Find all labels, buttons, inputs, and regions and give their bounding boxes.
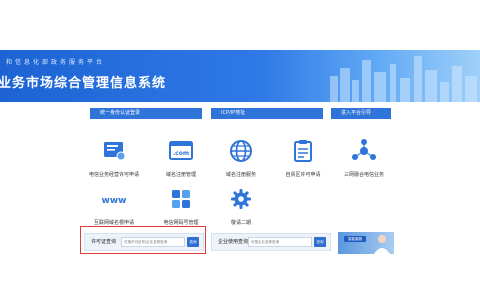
svg-text:.com: .com — [173, 150, 189, 157]
clipboard-icon — [294, 140, 312, 162]
gear-icon — [231, 189, 251, 209]
promo-button[interactable]: 智能客服 — [344, 236, 366, 242]
service-label: 三网融合电信业务 — [343, 172, 384, 178]
service-label: 域名注册服务 — [225, 172, 256, 178]
service-label: 互联网域名根申请 — [93, 220, 134, 226]
service-root-domain[interactable]: www 互联网域名根申请 — [84, 186, 144, 226]
service-ftz-license[interactable]: 自贸区许可申请 — [273, 138, 333, 178]
person-icon — [374, 235, 390, 254]
service-domain-registration[interactable]: 域名注册服务 — [211, 138, 271, 178]
www-icon: www — [102, 196, 127, 206]
promo-banner[interactable]: 智能客服 — [338, 232, 394, 254]
city-skyline-graphic — [330, 56, 477, 102]
service-number-management[interactable]: 电信网码号管理 — [151, 186, 211, 226]
service-telecom-license[interactable]: 电信业务经营许可申请 — [84, 138, 144, 178]
section-icp-ip[interactable]: ICP/IP地址 — [211, 108, 323, 119]
highlight-box — [80, 226, 206, 254]
section-platform-guide[interactable]: 进入平台引导 — [331, 108, 391, 119]
service-label: 自贸区许可申请 — [285, 172, 321, 178]
svg-text:www: www — [102, 196, 127, 206]
service-label: 敬请二期 — [230, 220, 251, 226]
network-icon — [352, 139, 376, 160]
dotcom-icon: .com — [169, 141, 193, 160]
header-banner: 和信息化部政务服务平台 业务市场综合管理信息系统 — [0, 50, 480, 102]
certificate-icon — [104, 142, 126, 161]
service-label: 域名注册管理 — [165, 172, 196, 178]
company-query-input[interactable] — [248, 237, 312, 247]
company-query-panel: 企业使用查询 查询 — [211, 233, 331, 251]
apps-grid-icon — [172, 190, 190, 208]
service-label: 电信网码号管理 — [163, 220, 199, 226]
section-identity-login[interactable]: 统一身份认证登录 — [90, 108, 202, 119]
company-query-button[interactable]: 查询 — [314, 237, 326, 247]
header-subtitle: 和信息化部政务服务平台 — [6, 59, 106, 66]
service-three-network[interactable]: 三网融合电信业务 — [334, 138, 394, 178]
service-domain-management[interactable]: .com 域名注册管理 — [151, 138, 211, 178]
globe-icon — [230, 140, 252, 162]
service-phase-two[interactable]: 敬请二期 — [211, 186, 271, 226]
company-query-label: 企业使用查询 — [218, 239, 249, 245]
service-label: 电信业务经营许可申请 — [88, 172, 139, 178]
page-title: 业务市场综合管理信息系统 — [0, 76, 167, 91]
